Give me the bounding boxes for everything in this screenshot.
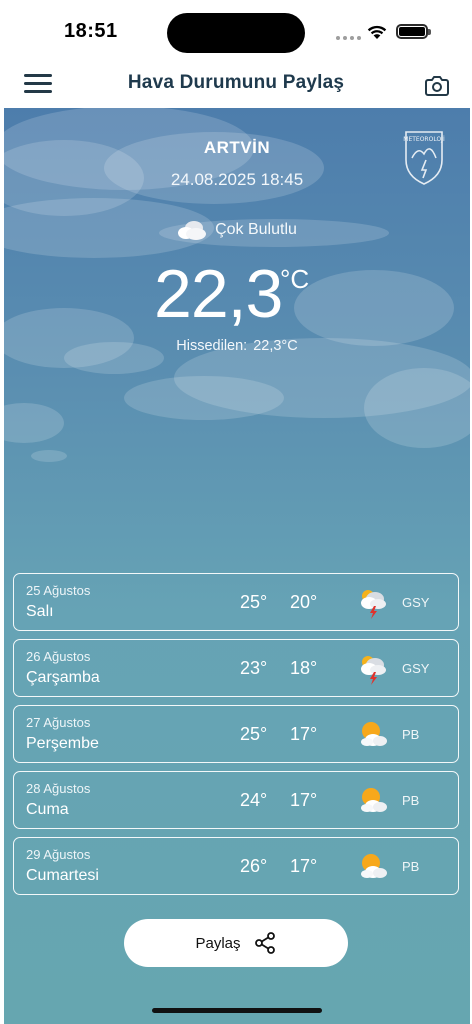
forecast-code: PB — [402, 859, 420, 874]
battery-icon — [396, 24, 431, 39]
forecast-date: 28 Ağustos — [26, 781, 91, 796]
condition-label: Çok Bulutlu — [215, 221, 297, 238]
forecast-code: PB — [402, 793, 420, 808]
forecast-date: 29 Ağustos — [26, 847, 91, 862]
feels-like-label: Hissedilen: — [176, 338, 248, 354]
thunderstorm-icon — [361, 656, 386, 685]
current-temperature: 22,3 — [154, 256, 283, 332]
forecast-min-temp: 20° — [290, 592, 318, 612]
dynamic-island — [167, 13, 305, 53]
weather-panel: METEOROLOJİ ARTVİN 24.08.2025 18:45 Çok … — [4, 108, 470, 1024]
current-condition: Çok Bulutlu — [4, 218, 470, 242]
status-time: 18:51 — [64, 20, 118, 42]
forecast-max-temp: 23° — [240, 658, 268, 678]
forecast-card[interactable]: 25 Ağustos Salı 25° 20° GSY — [13, 573, 459, 631]
forecast-max-temp: 26° — [240, 856, 268, 876]
cellular-signal-icon — [336, 36, 361, 40]
feels-like-value: 22,3°C — [253, 338, 298, 354]
forecast-min-temp: 17° — [290, 724, 318, 744]
share-label: Paylaş — [195, 934, 241, 952]
forecast-card[interactable]: 28 Ağustos Cuma 24° 17° PB — [13, 771, 459, 829]
forecast-day: Cumartesi — [26, 867, 99, 884]
forecast-code: GSY — [402, 661, 430, 676]
temperature-unit: °C — [280, 264, 310, 294]
partly-cloudy-icon — [361, 788, 387, 812]
status-bar: 18:51 — [0, 0, 472, 62]
forecast-day: Perşembe — [26, 735, 99, 752]
city-name: ARTVİN — [203, 138, 271, 157]
forecast-card[interactable]: 27 Ağustos Perşembe 25° 17° PB — [13, 705, 459, 763]
forecast-max-temp: 25° — [240, 592, 268, 612]
forecast-max-temp: 25° — [240, 724, 268, 744]
forecast-card[interactable]: 29 Ağustos Cumartesi 26° 17° PB — [13, 837, 459, 895]
observation-datetime: 24.08.2025 18:45 — [170, 170, 304, 189]
forecast-min-temp: 17° — [290, 856, 318, 876]
cloudy-icon — [178, 221, 207, 240]
forecast-day: Çarşamba — [26, 669, 100, 686]
share-button[interactable]: Paylaş — [124, 919, 348, 967]
forecast-card[interactable]: 26 Ağustos Çarşamba 23° 18° GSY — [13, 639, 459, 697]
forecast-min-temp: 18° — [290, 658, 318, 678]
wifi-icon — [367, 25, 387, 39]
forecast-code: GSY — [402, 595, 430, 610]
forecast-date: 25 Ağustos — [26, 583, 91, 598]
forecast-code: PB — [402, 727, 420, 742]
partly-cloudy-icon — [361, 854, 387, 878]
forecast-day: Cuma — [26, 801, 69, 818]
forecast-day: Salı — [26, 603, 54, 620]
share-icon — [254, 932, 275, 954]
page-title: Hava Durumunu Paylaş — [127, 72, 345, 93]
partly-cloudy-icon — [361, 722, 387, 746]
nav-bar: Hava Durumunu Paylaş — [0, 62, 472, 108]
camera-icon[interactable] — [422, 70, 452, 100]
forecast-date: 27 Ağustos — [26, 715, 91, 730]
forecast-max-temp: 24° — [240, 790, 268, 810]
feels-like: Hissedilen: 22,3°C — [4, 338, 470, 354]
forecast-min-temp: 17° — [290, 790, 318, 810]
forecast-date: 26 Ağustos — [26, 649, 91, 664]
home-indicator — [152, 1008, 322, 1013]
thunderstorm-icon — [361, 590, 386, 619]
